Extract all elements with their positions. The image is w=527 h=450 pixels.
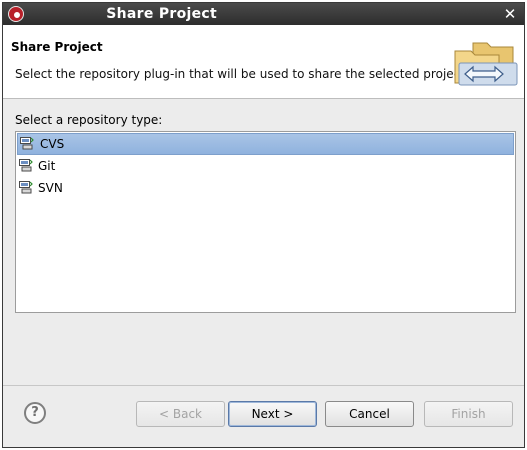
list-item-svn[interactable]: SVN (16, 177, 515, 199)
next-button[interactable]: Next > (228, 401, 317, 427)
share-folders-icon (454, 42, 518, 86)
back-button[interactable]: < Back (136, 401, 225, 427)
repository-type-label: Select a repository type: (15, 113, 163, 127)
list-item-label: Git (38, 159, 56, 173)
repository-type-list[interactable]: CVS Git SVN (15, 131, 516, 313)
close-icon[interactable]: ✕ (502, 5, 518, 23)
cancel-button[interactable]: Cancel (325, 401, 414, 427)
wizard-page-description: Select the repository plug-in that will … (15, 67, 469, 81)
footer-separator (3, 385, 524, 386)
git-repository-icon (19, 159, 33, 172)
wizard-page-title: Share Project (11, 40, 103, 54)
cvs-repository-icon (20, 137, 34, 150)
window-title: Share Project (106, 6, 217, 22)
list-item-label: CVS (40, 137, 65, 151)
share-project-dialog: Share Project ✕ Share Project Select the… (2, 2, 525, 448)
list-item-git[interactable]: Git (16, 155, 515, 177)
help-icon[interactable]: ? (24, 402, 46, 424)
list-item-label: SVN (38, 181, 63, 195)
wizard-content: Select a repository type: CVS Git SVN (3, 100, 524, 385)
wizard-header: Share Project Select the repository plug… (3, 25, 524, 99)
list-item-cvs[interactable]: CVS (17, 133, 514, 155)
title-bar[interactable]: Share Project ✕ (3, 3, 524, 25)
svn-repository-icon (19, 181, 33, 194)
finish-button[interactable]: Finish (424, 401, 513, 427)
